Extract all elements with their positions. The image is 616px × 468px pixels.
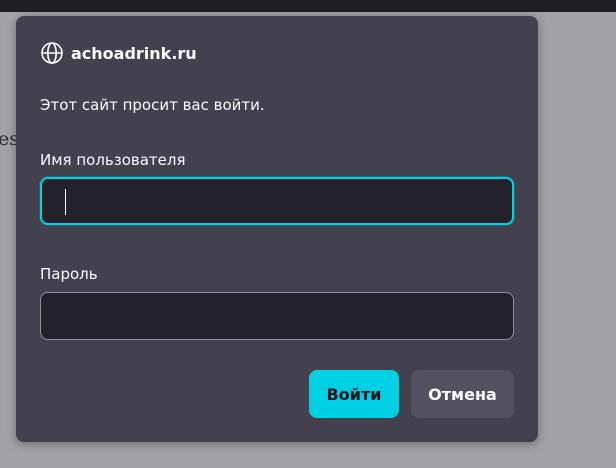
browser-top-bar bbox=[0, 0, 616, 12]
auth-dialog: achoadrink.ru Этот сайт просит вас войти… bbox=[16, 16, 538, 442]
username-label: Имя пользователя bbox=[40, 151, 186, 169]
login-prompt: Этот сайт просит вас войти. bbox=[40, 96, 265, 114]
dialog-header: achoadrink.ru bbox=[40, 40, 197, 66]
cancel-button[interactable]: Отмена bbox=[411, 370, 514, 418]
sign-in-button[interactable]: Войти bbox=[309, 370, 399, 418]
password-input[interactable] bbox=[40, 292, 514, 340]
site-host: achoadrink.ru bbox=[71, 43, 197, 63]
text-caret bbox=[65, 189, 66, 215]
globe-icon bbox=[41, 42, 63, 64]
username-input[interactable] bbox=[40, 177, 514, 225]
password-label: Пароль bbox=[40, 265, 98, 283]
